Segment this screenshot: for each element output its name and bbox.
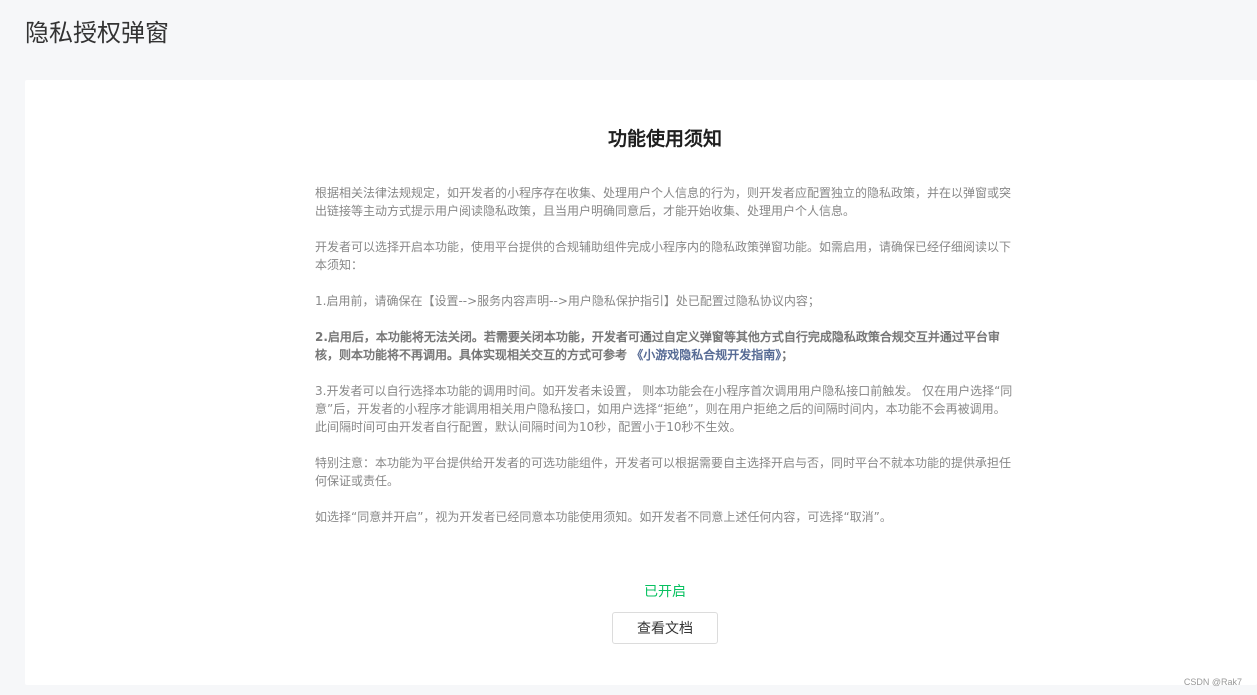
watermark: CSDN @Rak7 — [1183, 677, 1242, 687]
notice-title: 功能使用须知 — [607, 128, 722, 150]
notice-paragraph-consent: 如选择“同意并开启”，视为开发者已经同意本功能使用须知。如开发者不同意上述任何内… — [315, 510, 892, 524]
notice-body: 根据相关法律法规规定，如开发者的小程序存在收集、处理用户个人信息的行为，则开发者… — [315, 184, 1015, 544]
status-enabled-text: 已开启 — [644, 584, 686, 600]
dev-guide-link[interactable]: 《小游戏隐私合规开发指南》 — [631, 348, 781, 362]
notice-paragraph-legal: 根据相关法律法规规定，如开发者的小程序存在收集、处理用户个人信息的行为，则开发者… — [315, 186, 1012, 218]
notice-paragraph-intro: 开发者可以选择开启本功能，使用平台提供的合规辅助组件完成小程序内的隐私政策弹窗功… — [315, 240, 1012, 272]
notice-paragraph-disclaimer: 特别注意：本功能为平台提供给开发者的可选功能组件，开发者可以根据需要自主选择开启… — [315, 456, 1012, 488]
notice-paragraph-step-3: 3.开发者可以自行选择本功能的调用时间。如开发者未设置， 则本功能会在小程序首次… — [315, 384, 1013, 434]
privacy-notice-card: 功能使用须知 根据相关法律法规规定，如开发者的小程序存在收集、处理用户个人信息的… — [25, 80, 1257, 685]
notice-paragraph-step-1: 1.启用前，请确保在【设置-->服务内容声明-->用户隐私保护指引】处已配置过隐… — [315, 294, 820, 308]
notice-paragraph-step-2-tail: ； — [781, 348, 794, 362]
page-title: 隐私授权弹窗 — [25, 19, 169, 47]
view-docs-button[interactable]: 查看文档 — [612, 612, 718, 644]
notice-paragraph-step-2: 2.启用后，本功能将无法关闭。若需要关闭本功能，开发者可通过自定义弹窗等其他方式… — [315, 328, 1015, 364]
